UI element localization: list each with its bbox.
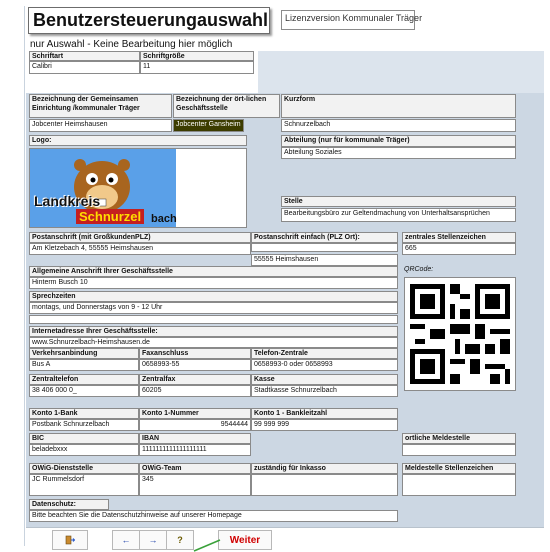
- registration-sign-label: Meldestelle Stellenzeichen: [402, 463, 516, 474]
- central-fax-label: Zentralfax: [139, 374, 251, 385]
- account-number-field[interactable]: 9544444: [139, 419, 251, 431]
- bank-field[interactable]: Postbank Schnurzelbach: [29, 419, 139, 431]
- font-family-label: Schriftart: [29, 51, 140, 61]
- qr-code-icon: [405, 279, 515, 389]
- registration-sign-field[interactable]: [402, 474, 516, 496]
- website-field[interactable]: www.Schnurzelbach-Heimshausen.de: [29, 337, 398, 348]
- exit-door-icon: [65, 535, 75, 545]
- central-sign-field[interactable]: 665: [402, 243, 516, 255]
- opening-hours-field[interactable]: montags, und Donnerstags von 9 - 12 Uhr: [29, 302, 398, 314]
- registration-office-field[interactable]: [402, 444, 516, 456]
- short-name-label: Kurzform: [281, 94, 516, 118]
- owig-office-field[interactable]: JC Rummelsdorf: [29, 474, 139, 496]
- font-size-field[interactable]: 11: [140, 61, 254, 74]
- stelle-label: Stelle: [281, 196, 516, 207]
- license-field: Lizenzversion Kommunaler Träger: [281, 10, 422, 30]
- logo-text-3: bach: [151, 213, 177, 225]
- transport-field[interactable]: Bus A: [29, 359, 139, 371]
- qr-label: QRCode:: [404, 266, 434, 273]
- department-label: Abteilung (nur für kommunale Träger): [281, 135, 516, 147]
- org-name-field[interactable]: Jobcenter Heimshausen: [29, 119, 172, 132]
- postal-simple-field[interactable]: 55555 Heimshausen: [251, 254, 398, 266]
- exit-button[interactable]: [52, 530, 88, 550]
- prev-button[interactable]: ←: [112, 530, 140, 550]
- subtitle: nur Auswahl - Keine Bearbeitung hier mög…: [30, 39, 233, 50]
- help-button[interactable]: ?: [166, 530, 194, 550]
- logo-text-2: Schnurzel: [76, 209, 145, 224]
- pointer-arrow-icon: [193, 539, 221, 552]
- fax-label: Faxanschluss: [139, 348, 251, 359]
- central-fax-field[interactable]: 60205: [139, 385, 251, 397]
- form-title: Benutzersteuerungauswahl: [28, 7, 270, 34]
- general-address-label: Allgemeine Anschrift Ihrer Geschäftsstel…: [29, 266, 398, 277]
- department-field[interactable]: Abteilung Soziales: [281, 147, 516, 159]
- collection-field[interactable]: [251, 474, 398, 496]
- iban-field[interactable]: 1111111111111111111: [139, 444, 251, 456]
- cashier-label: Kasse: [251, 374, 398, 385]
- org-name-label: Bezeichnung der Gemeinsamen Einrichtung …: [29, 94, 172, 118]
- local-office-label: Bezeichnung der ört-lichen Geschäftsstel…: [173, 94, 280, 118]
- postal-address-label: Postanschrift (mit GroßkundenPLZ): [29, 232, 251, 243]
- stelle-field[interactable]: Bearbeitungsbüro zur Geltendmachung von …: [281, 208, 516, 222]
- bank-code-field[interactable]: 99 999 999: [251, 419, 398, 431]
- collection-label: zuständig für Inkasso: [251, 463, 398, 474]
- account-number-label: Konto 1-Nummer: [139, 408, 251, 419]
- owig-team-label: OWiG-Team: [139, 463, 251, 474]
- postal-simple-label: Postanschrift einfach (PLZ Ort):: [251, 232, 398, 243]
- privacy-field[interactable]: Bitte beachten Sie die Datenschutzhinwei…: [29, 510, 398, 522]
- font-family-field[interactable]: Calibri: [29, 61, 140, 74]
- central-sign-label: zentrales Stellenzeichen: [402, 232, 516, 243]
- fax-field[interactable]: 0658993-55: [139, 359, 251, 371]
- font-size-label: Schriftgröße: [140, 51, 254, 61]
- privacy-label: Datenschutz:: [29, 499, 109, 510]
- phone-label: Telefon-Zentrale: [251, 348, 398, 359]
- opening-hours-extra[interactable]: [29, 315, 398, 324]
- postal-simple-empty[interactable]: [251, 243, 398, 252]
- central-phone-label: Zentraltelefon: [29, 374, 139, 385]
- logo-text-1: Landkreis: [34, 193, 101, 209]
- owig-office-label: OWiG-Dienststelle: [29, 463, 139, 474]
- website-label: Internetadresse Ihrer Geschäftsstelle:: [29, 326, 398, 337]
- next-button[interactable]: →: [139, 530, 167, 550]
- registration-office-label: ortliche Meldestelle: [402, 433, 516, 444]
- short-name-field[interactable]: Schnurzelbach: [281, 119, 516, 132]
- qr-code: [404, 277, 516, 391]
- weiter-button[interactable]: Weiter: [218, 530, 272, 550]
- cashier-field[interactable]: Stadtkasse Schnurzelbach: [251, 385, 398, 397]
- central-phone-field[interactable]: 38 406 000 0_: [29, 385, 139, 397]
- bank-code-label: Konto 1 - Bankleitzahl: [251, 408, 398, 419]
- logo-image: Landkreis Schnurzel bach: [29, 148, 247, 228]
- top-panel: [258, 51, 544, 93]
- phone-field[interactable]: 0658993-0 oder 0658993: [251, 359, 398, 371]
- local-office-field[interactable]: Jobcenter Gansheim: [173, 119, 244, 132]
- opening-hours-label: Sprechzeiten: [29, 291, 398, 302]
- transport-label: Verkehrsanbindung: [29, 348, 139, 359]
- bic-field[interactable]: beladebxxx: [29, 444, 139, 456]
- iban-label: IBAN: [139, 433, 251, 444]
- postal-address-field[interactable]: Am Kletzebach 4, 55555 Heimshausen: [29, 243, 251, 255]
- bottom-toolbar: ← → ? Weiter: [26, 527, 544, 552]
- logo-label: Logo:: [29, 135, 247, 146]
- bic-label: BIC: [29, 433, 139, 444]
- general-address-field[interactable]: Hinterm Busch 10: [29, 277, 398, 289]
- bank-label: Konto 1-Bank: [29, 408, 139, 419]
- owig-team-field[interactable]: 345: [139, 474, 251, 496]
